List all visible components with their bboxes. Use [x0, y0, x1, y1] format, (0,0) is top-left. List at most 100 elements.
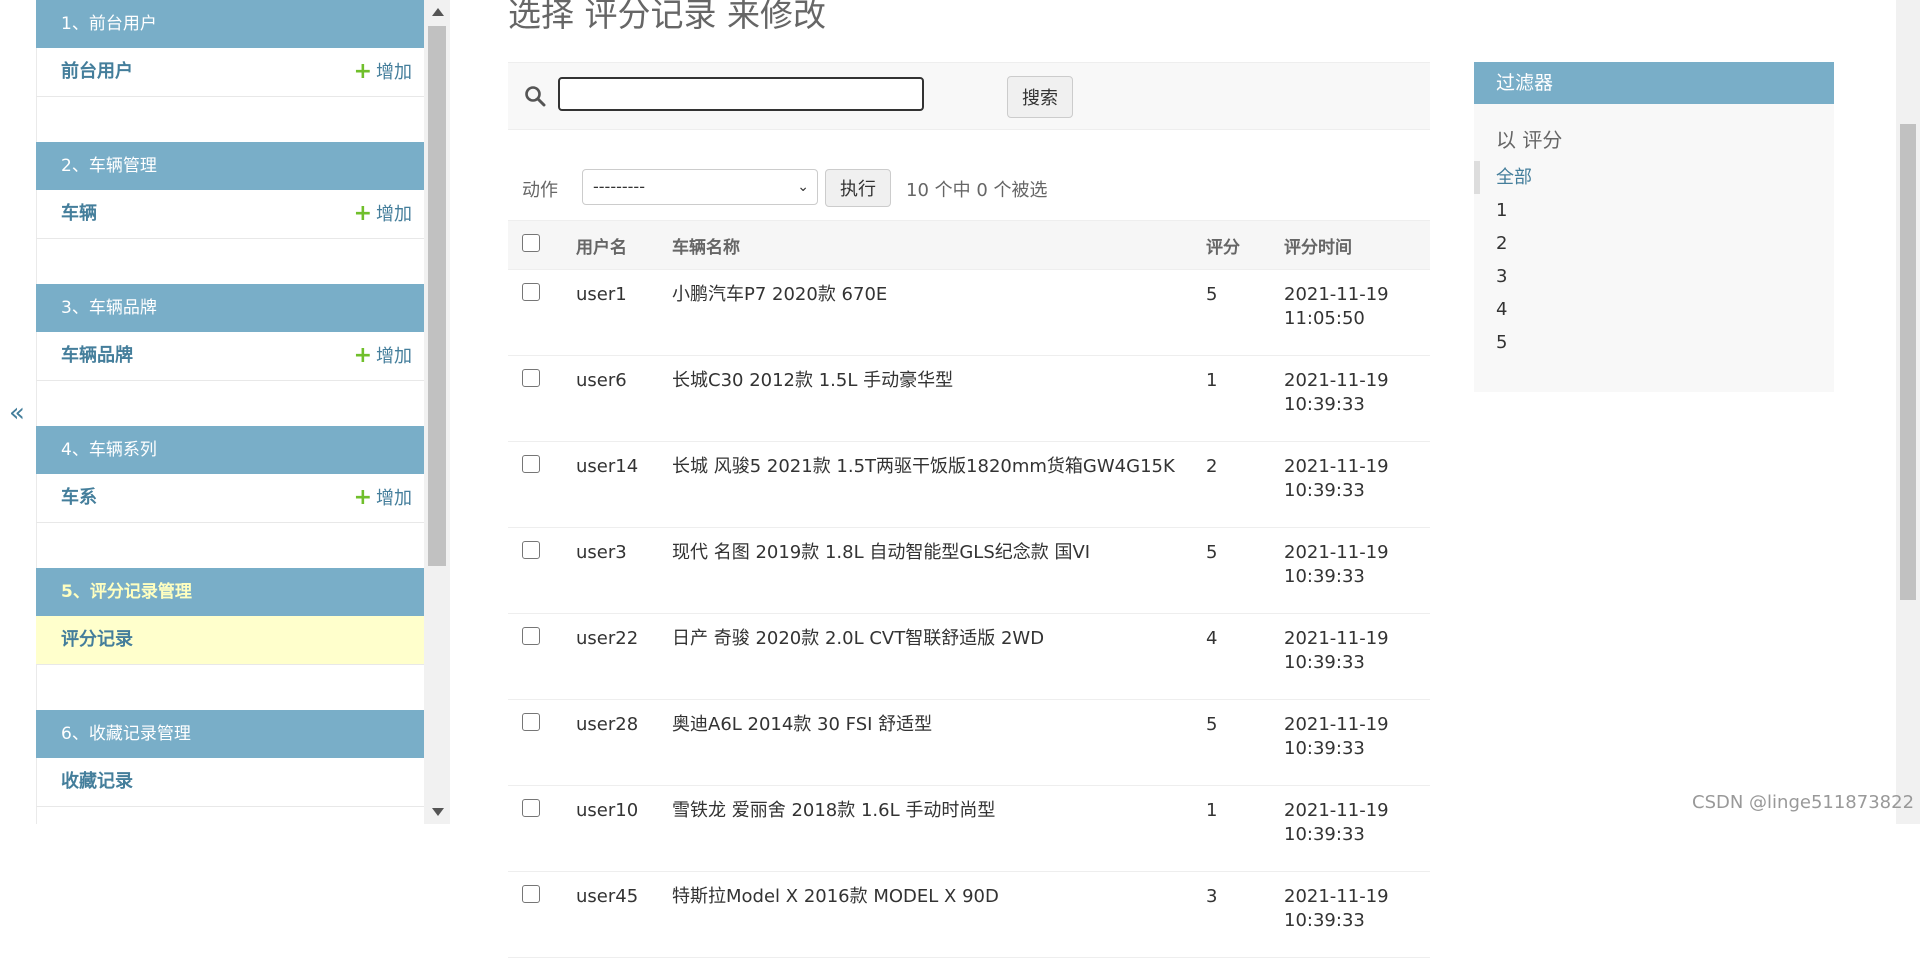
row-checkbox[interactable] — [522, 283, 540, 301]
add-link-label: 增加 — [376, 204, 412, 225]
cell-score: 5 — [1200, 699, 1278, 786]
row-checkbox[interactable] — [522, 885, 540, 903]
scroll-up-arrow-icon[interactable] — [432, 8, 444, 16]
cell-time-clock: 10:39:33 — [1284, 394, 1365, 415]
cell-time-date: 2021-11-19 — [1284, 886, 1389, 907]
cell-user[interactable]: user3 — [570, 527, 666, 614]
cell-time-clock: 10:39:33 — [1284, 652, 1365, 673]
sidebar-module-caption[interactable]: 3、车辆品牌 — [36, 284, 424, 332]
row-select-cell — [508, 785, 570, 872]
cell-time-date: 2021-11-19 — [1284, 284, 1389, 305]
scrollbar-thumb[interactable] — [428, 26, 446, 566]
sidebar-item: 车辆品牌 + 增加 — [36, 332, 424, 381]
row-select-cell — [508, 269, 570, 356]
filter-title: 过滤器 — [1474, 62, 1834, 104]
sidebar-item-link[interactable]: 收藏记录 — [61, 758, 133, 806]
sidebar-item-link[interactable]: 车系 — [61, 474, 97, 522]
plus-icon: + — [353, 485, 372, 510]
cell-user[interactable]: user6 — [570, 355, 666, 442]
sidebar-module: 4、车辆系列 车系 + 增加 — [36, 426, 424, 523]
sidebar-module: 6、收藏记录管理 收藏记录 — [36, 710, 424, 807]
cell-user[interactable]: user10 — [570, 785, 666, 872]
filter-option[interactable]: 2 — [1474, 227, 1834, 260]
sidebar-module-caption[interactable]: 4、车辆系列 — [36, 426, 424, 474]
double-chevron-left-icon[interactable]: « — [9, 398, 25, 428]
action-label: 动作 — [522, 180, 558, 201]
cell-car: 长城 风骏5 2021款 1.5T两驱干饭版1820mm货箱GW4G15K — [666, 441, 1200, 528]
cell-time-date: 2021-11-19 — [1284, 628, 1389, 649]
search-button[interactable]: 搜索 — [1007, 76, 1073, 118]
cell-score: 1 — [1200, 355, 1278, 442]
add-link[interactable]: + 增加 — [354, 332, 412, 380]
sidebar-module-caption[interactable]: 2、车辆管理 — [36, 142, 424, 190]
add-link-label: 增加 — [376, 488, 412, 509]
filter-option[interactable]: 3 — [1474, 260, 1834, 293]
column-header-time[interactable]: 评分时间 — [1278, 220, 1430, 270]
cell-car: 特斯拉Model X 2016款 MODEL X 90D — [666, 871, 1200, 958]
cell-user[interactable]: user14 — [570, 441, 666, 528]
select-all-cell — [508, 220, 570, 270]
filter-option[interactable]: 5 — [1474, 326, 1834, 359]
row-checkbox[interactable] — [522, 541, 540, 559]
row-checkbox[interactable] — [522, 455, 540, 473]
row-checkbox[interactable] — [522, 713, 540, 731]
cell-time-clock: 10:39:33 — [1284, 738, 1365, 759]
cell-time-clock: 10:39:33 — [1284, 480, 1365, 501]
cell-time-date: 2021-11-19 — [1284, 456, 1389, 477]
sidebar-module: 2、车辆管理 车辆 + 增加 — [36, 142, 424, 239]
sidebar-item-link[interactable]: 车辆品牌 — [61, 332, 133, 380]
sidebar-module-caption[interactable]: 6、收藏记录管理 — [36, 710, 424, 758]
sidebar-item-link[interactable]: 前台用户 — [61, 48, 133, 96]
chevron-down-icon: ⌄ — [797, 179, 809, 195]
sidebar-module-caption[interactable]: 1、前台用户 — [36, 0, 424, 48]
cell-score: 4 — [1200, 613, 1278, 700]
cell-time-date: 2021-11-19 — [1284, 714, 1389, 735]
sidebar-item-link[interactable]: 评分记录 — [61, 616, 133, 664]
filter-subtitle: 以 评分 — [1496, 128, 1563, 152]
table-row: user3 现代 名图 2019款 1.8L 自动智能型GLS纪念款 国VI 5 20… — [508, 527, 1430, 614]
add-link[interactable]: + 增加 — [354, 474, 412, 522]
row-checkbox[interactable] — [522, 799, 540, 817]
table-row: user14 长城 风骏5 2021款 1.5T两驱干饭版1820mm货箱GW4G… — [508, 441, 1430, 528]
cell-user[interactable]: user45 — [570, 871, 666, 958]
filter-option[interactable]: 4 — [1474, 293, 1834, 326]
add-link[interactable]: + 增加 — [354, 190, 412, 238]
cell-user[interactable]: user1 — [570, 269, 666, 356]
page-scrollbar-thumb[interactable] — [1900, 124, 1916, 600]
search-icon — [525, 86, 546, 107]
scroll-down-arrow-icon[interactable] — [432, 808, 444, 816]
row-checkbox[interactable] — [522, 369, 540, 387]
cell-time: 2021-11-19 10:39:33 — [1278, 527, 1430, 614]
filter-option[interactable]: 全部 — [1474, 161, 1834, 194]
row-select-cell — [508, 355, 570, 442]
cell-car: 奥迪A6L 2014款 30 FSI 舒适型 — [666, 699, 1200, 786]
column-header-car[interactable]: 车辆名称 — [666, 220, 1200, 270]
sidebar-item: 前台用户 + 增加 — [36, 48, 424, 97]
cell-time-date: 2021-11-19 — [1284, 800, 1389, 821]
page-scrollbar[interactable] — [1896, 0, 1920, 824]
cell-score: 3 — [1200, 871, 1278, 958]
cell-time-clock: 10:39:33 — [1284, 566, 1365, 587]
filter-option[interactable]: 1 — [1474, 194, 1834, 227]
column-header-score[interactable]: 评分 — [1200, 220, 1278, 270]
cell-user[interactable]: user22 — [570, 613, 666, 700]
row-checkbox[interactable] — [522, 627, 540, 645]
sidebar-module-caption[interactable]: 5、评分记录管理 — [36, 568, 424, 616]
action-select[interactable]: --------- ⌄ — [582, 169, 818, 205]
cell-user[interactable]: user28 — [570, 699, 666, 786]
sidebar-collapse-toggle[interactable]: « — [0, 0, 37, 824]
sidebar: 1、前台用户 前台用户 + 增加 2、车辆管理 车辆 + 增加 3、车辆品牌 车辆品牌 + 增加 4、车… — [36, 0, 424, 824]
row-select-cell — [508, 871, 570, 958]
sidebar-item: 收藏记录 — [36, 758, 424, 807]
sidebar-module: 5、评分记录管理 评分记录 — [36, 568, 424, 665]
column-header-user[interactable]: 用户名 — [570, 220, 666, 270]
search-input[interactable] — [558, 77, 924, 111]
sidebar-item-link[interactable]: 车辆 — [61, 190, 97, 238]
add-link[interactable]: + 增加 — [354, 48, 412, 96]
filter-options: 全部 1 2 3 4 5 — [1474, 161, 1834, 359]
run-action-button[interactable]: 执行 — [825, 169, 891, 207]
select-all-checkbox[interactable] — [522, 233, 540, 252]
filter-panel: 过滤器 以 评分 全部 1 2 3 4 5 — [1474, 62, 1834, 392]
watermark: CSDN @linge511873822 — [1692, 792, 1915, 813]
sidebar-scrollbar[interactable] — [424, 0, 450, 824]
